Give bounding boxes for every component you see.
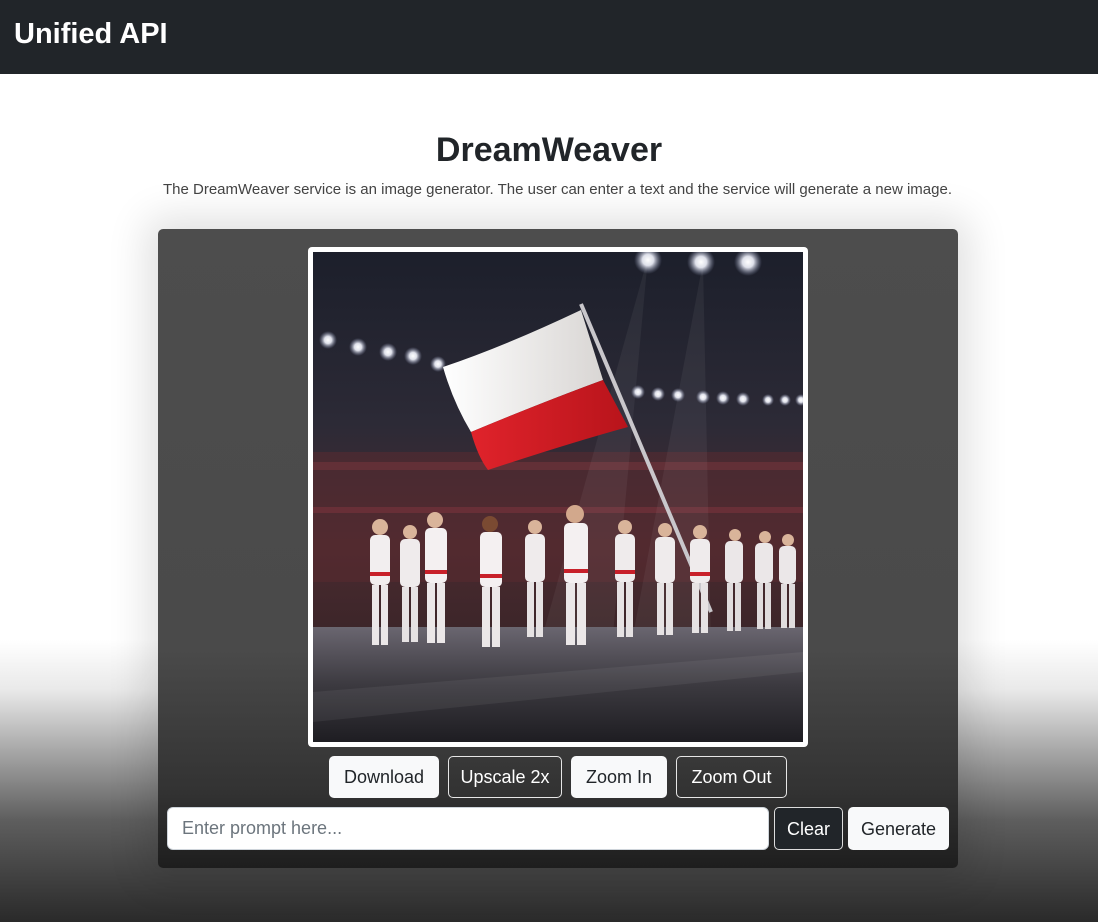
generated-image-frame	[308, 247, 808, 747]
generator-card: Download Upscale 2x Zoom In Zoom Out Cle…	[158, 229, 958, 868]
page-title: DreamWeaver	[435, 131, 663, 169]
clear-button[interactable]: Clear	[774, 807, 843, 850]
navbar-brand[interactable]: Unified API	[14, 16, 168, 52]
upscale-2x-button[interactable]: Upscale 2x	[448, 756, 562, 798]
page-description: The DreamWeaver service is an image gene…	[162, 181, 953, 198]
generate-button[interactable]: Generate	[848, 807, 949, 850]
top-navbar: Unified API	[0, 0, 1098, 74]
zoom-out-button[interactable]: Zoom Out	[676, 756, 787, 798]
prompt-input[interactable]	[167, 807, 769, 850]
generated-image	[313, 252, 803, 742]
zoom-in-button[interactable]: Zoom In	[571, 756, 667, 798]
download-button[interactable]: Download	[329, 756, 439, 798]
